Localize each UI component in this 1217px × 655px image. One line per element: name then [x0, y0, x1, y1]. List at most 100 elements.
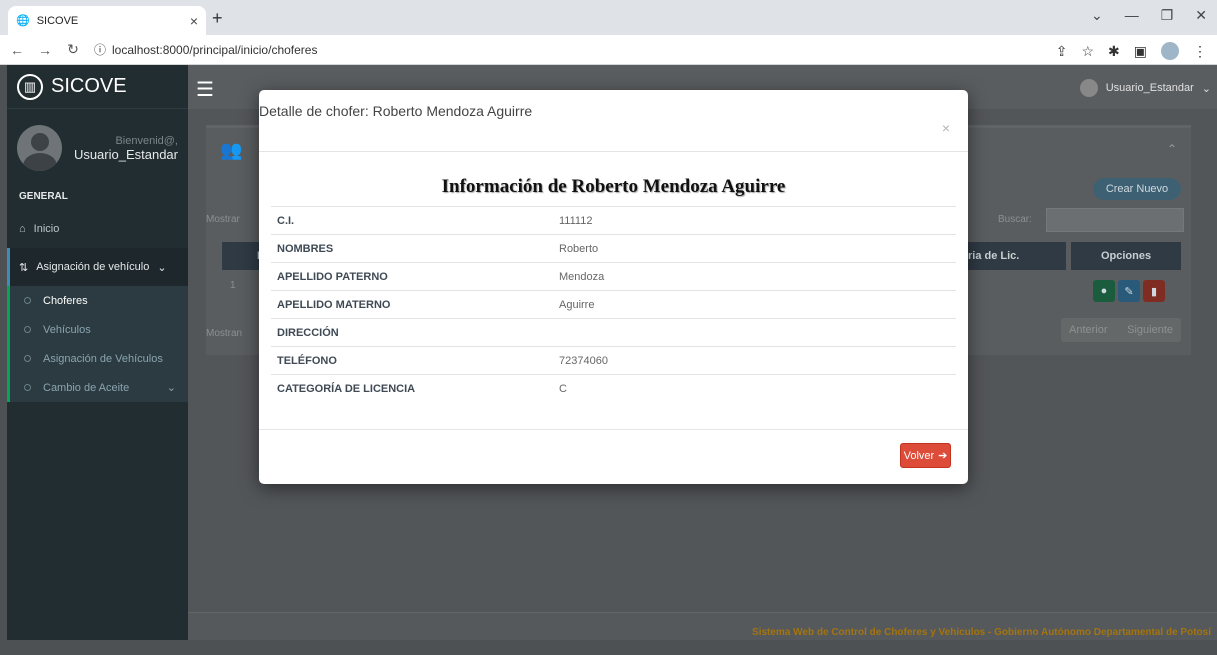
- avatar: [17, 125, 62, 171]
- close-window-icon[interactable]: ✕: [1195, 7, 1207, 24]
- restore-icon[interactable]: ❐: [1161, 7, 1174, 24]
- pagination-next[interactable]: Siguiente: [1127, 324, 1173, 336]
- mostrando-label: Mostran: [206, 328, 243, 339]
- sidebar-item-label: Cambio de Aceite: [43, 381, 130, 394]
- brand-name: SICOVE: [51, 75, 127, 97]
- button-label: Volver: [903, 449, 935, 462]
- button-label: Crear Nuevo: [1105, 183, 1169, 195]
- circle-icon: [24, 326, 31, 333]
- edit-button[interactable]: ✎: [1118, 280, 1140, 302]
- puzzle-icon[interactable]: ✱: [1108, 43, 1120, 60]
- view-button[interactable]: ●: [1093, 280, 1115, 302]
- field-value: Roberto: [559, 234, 956, 263]
- close-icon[interactable]: ×: [942, 120, 950, 136]
- circle-icon: [24, 384, 31, 391]
- buscar-label: Buscar:: [998, 214, 1032, 225]
- sidebar-item-label: Inicio: [33, 223, 60, 235]
- brand[interactable]: ▥ SICOVE: [7, 65, 188, 109]
- field-value: Mendoza: [559, 262, 956, 291]
- field-value: 72374060: [559, 346, 956, 375]
- eye-icon: ●: [1100, 285, 1108, 297]
- institution-icon: ▥: [17, 73, 43, 100]
- user-menu[interactable]: Usuario_Estandar ⌄: [1079, 79, 1211, 97]
- field-label: APELLIDO MATERNO: [271, 290, 559, 319]
- url-text: localhost:8000/principal/inicio/choferes: [112, 42, 318, 57]
- forward-icon[interactable]: →: [34, 42, 56, 58]
- trash-icon: ▮: [1150, 285, 1158, 298]
- screen: 🌐 SICOVE × + ⌄ — ❐ ✕ ← → ↻ ⓘ localhost:8…: [0, 0, 1217, 655]
- users-icon: 👥: [220, 140, 243, 160]
- edit-icon: ✎: [1124, 285, 1134, 298]
- sidebar-item-vehiculos[interactable]: Vehículos: [10, 315, 188, 344]
- table-row: CATEGORÍA DE LICENCIA C: [271, 374, 956, 403]
- table-cell-nro: 1: [230, 280, 236, 291]
- pagination-prev[interactable]: Anterior: [1069, 324, 1108, 336]
- table-header-opciones[interactable]: Opciones: [1071, 242, 1181, 270]
- field-value: [559, 318, 956, 347]
- avatar: [1079, 79, 1098, 97]
- profile-avatar[interactable]: [1161, 42, 1179, 60]
- user-menu-label: Usuario_Estandar: [1105, 82, 1194, 94]
- chevron-down-icon: ⌄: [157, 261, 167, 274]
- field-value: C: [559, 374, 956, 403]
- browser-extensions: ⇪ ☆ ✱ ▣ ⋮: [1056, 42, 1207, 60]
- collapse-icon[interactable]: ⌃: [1167, 142, 1177, 156]
- field-label: C.I.: [271, 206, 559, 235]
- new-tab-icon[interactable]: +: [212, 8, 223, 29]
- url-field[interactable]: ⓘ localhost:8000/principal/inicio/chofer…: [94, 41, 317, 58]
- sidebar-item-asignacion[interactable]: ⇅ Asignación de vehículo ⌄: [7, 248, 188, 286]
- sidebar-item-label: Choferes: [43, 294, 88, 307]
- field-value: 111112: [559, 206, 956, 235]
- volver-button[interactable]: Volver ➔: [900, 443, 951, 468]
- back-icon[interactable]: ←: [6, 42, 28, 58]
- table-row: APELLIDO PATERNO Mendoza: [271, 262, 956, 291]
- home-icon: ⌂: [19, 223, 26, 235]
- globe-icon: 🌐: [16, 15, 30, 27]
- field-label: CATEGORÍA DE LICENCIA: [271, 374, 559, 403]
- modal-footer: Volver ➔: [259, 429, 968, 484]
- footer-text: Sistema Web de Control de Choferes y Veh…: [752, 627, 1211, 638]
- kebab-menu-icon[interactable]: ⋮: [1193, 43, 1207, 60]
- info-table: C.I. 111112 NOMBRES Roberto APELLIDO PATER…: [271, 206, 956, 403]
- mostrar-label: Mostrar: [206, 214, 240, 225]
- table-header-categoria[interactable]: ria de Lic.: [966, 242, 1066, 270]
- chevron-down-icon: ⌄: [1201, 82, 1211, 95]
- star-icon[interactable]: ☆: [1081, 43, 1094, 60]
- sidepanel-icon[interactable]: ▣: [1134, 43, 1147, 60]
- menu-toggle-icon[interactable]: ☰: [196, 77, 214, 102]
- bottom-strip: [0, 640, 1217, 655]
- reload-icon[interactable]: ↻: [62, 41, 84, 58]
- chevron-down-icon[interactable]: ⌄: [1091, 7, 1103, 24]
- table-row: DIRECCIÓN: [271, 318, 956, 347]
- greeting: Bienvenid@,: [115, 134, 178, 147]
- address-bar: ← → ↻ ⓘ localhost:8000/principal/inicio/…: [0, 35, 1217, 65]
- sidebar-item-inicio[interactable]: ⌂ Inicio: [7, 210, 188, 248]
- browser-tab[interactable]: 🌐 SICOVE ×: [8, 6, 206, 35]
- sidebar-item-cambio-aceite[interactable]: Cambio de Aceite ⌄: [10, 373, 188, 402]
- sidebar-item-asignacion-vehiculos[interactable]: Asignación de Vehículos: [10, 344, 188, 373]
- circle-icon: [24, 355, 31, 362]
- delete-button[interactable]: ▮: [1143, 280, 1165, 302]
- info-icon[interactable]: ⓘ: [94, 41, 106, 58]
- table-row: APELLIDO MATERNO Aguirre: [271, 290, 956, 319]
- minimize-icon[interactable]: —: [1125, 7, 1139, 24]
- table-row: C.I. 111112: [271, 206, 956, 235]
- tab-title: SICOVE: [36, 14, 79, 27]
- search-input[interactable]: [1046, 208, 1184, 232]
- username: Usuario_Estandar: [73, 146, 178, 162]
- window-controls: ⌄ — ❐ ✕: [1091, 7, 1207, 24]
- sidebar-item-label: Vehículos: [43, 323, 91, 336]
- sidebar-item-choferes[interactable]: Choferes: [10, 286, 188, 315]
- field-label: APELLIDO PATERNO: [271, 262, 559, 291]
- sidebar-item-label: Asignación de Vehículos: [43, 352, 163, 365]
- crear-nuevo-button[interactable]: Crear Nuevo: [1093, 178, 1181, 200]
- info-heading: Información de Roberto Mendoza Aguirre: [441, 176, 786, 197]
- arrow-circle-right-icon: ➔: [938, 450, 948, 462]
- field-value: Aguirre: [559, 290, 956, 319]
- user-panel: Bienvenid@, Usuario_Estandar: [7, 109, 188, 183]
- chevron-down-icon: ⌄: [166, 382, 176, 394]
- circle-icon: [24, 297, 31, 304]
- share-icon[interactable]: ⇪: [1056, 43, 1068, 60]
- modal-title: Detalle de chofer: Roberto Mendoza Aguir…: [259, 103, 533, 119]
- close-tab-icon[interactable]: ×: [190, 13, 198, 29]
